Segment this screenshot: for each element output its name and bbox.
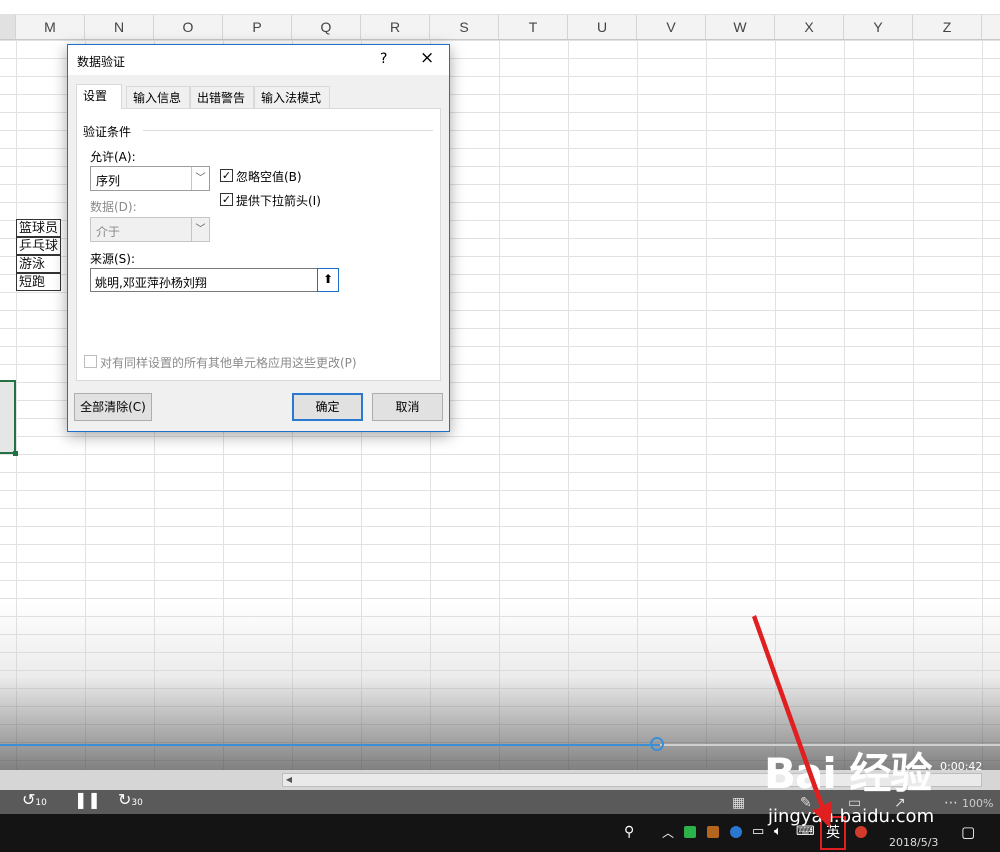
apply-all-checkbox [84, 355, 97, 368]
cancel-button[interactable]: 取消 [372, 393, 443, 421]
data-value: 介于 [96, 225, 121, 239]
tab-input-message[interactable]: 输入信息 [126, 86, 190, 108]
in-cell-dropdown-checkbox[interactable]: ✓ [220, 193, 233, 206]
allow-label: 允许(A): [90, 150, 136, 164]
help-icon[interactable]: ? [380, 51, 387, 67]
annotation-arrow-down [752, 615, 832, 828]
apply-all-label: 对有同样设置的所有其他单元格应用这些更改(P) [100, 356, 357, 370]
allow-value: 序列 [96, 174, 121, 188]
in-cell-dropdown-label: 提供下拉箭头(I) [236, 194, 321, 208]
source-input[interactable]: 姚明,邓亚萍孙杨刘翔 [90, 268, 338, 292]
tab-error-alert[interactable]: 出错警告 [190, 86, 254, 108]
ok-button[interactable]: 确定 [292, 393, 363, 421]
source-value: 姚明,邓亚萍孙杨刘翔 [95, 276, 207, 290]
dialog-title: 数据验证 [77, 55, 126, 69]
tab-ime-mode[interactable]: 输入法模式 [254, 86, 330, 108]
data-validation-dialog: 数据验证 ? × 设置 输入信息 出错警告 输入法模式 验证条件 允许(A): … [67, 44, 450, 432]
tab-settings[interactable]: 设置 [76, 84, 122, 109]
data-label: 数据(D): [90, 200, 137, 214]
validation-criteria-label: 验证条件 [83, 125, 132, 139]
chevron-down-icon: ﹀ [191, 218, 209, 241]
collapse-dialog-icon[interactable]: ⬆ [317, 268, 339, 292]
chevron-down-icon[interactable]: ﹀ [191, 167, 209, 190]
ignore-blank-label: 忽略空值(B) [236, 170, 302, 184]
source-label: 来源(S): [90, 252, 136, 266]
close-icon[interactable]: × [420, 48, 434, 68]
data-select: 介于 ﹀ [90, 217, 210, 242]
group-divider [143, 130, 433, 131]
ignore-blank-checkbox[interactable]: ✓ [220, 169, 233, 182]
clear-all-button[interactable]: 全部清除(C) [74, 393, 152, 421]
dialog-title-bar[interactable]: 数据验证 ? × [68, 45, 449, 75]
allow-select[interactable]: 序列 ﹀ [90, 166, 210, 191]
